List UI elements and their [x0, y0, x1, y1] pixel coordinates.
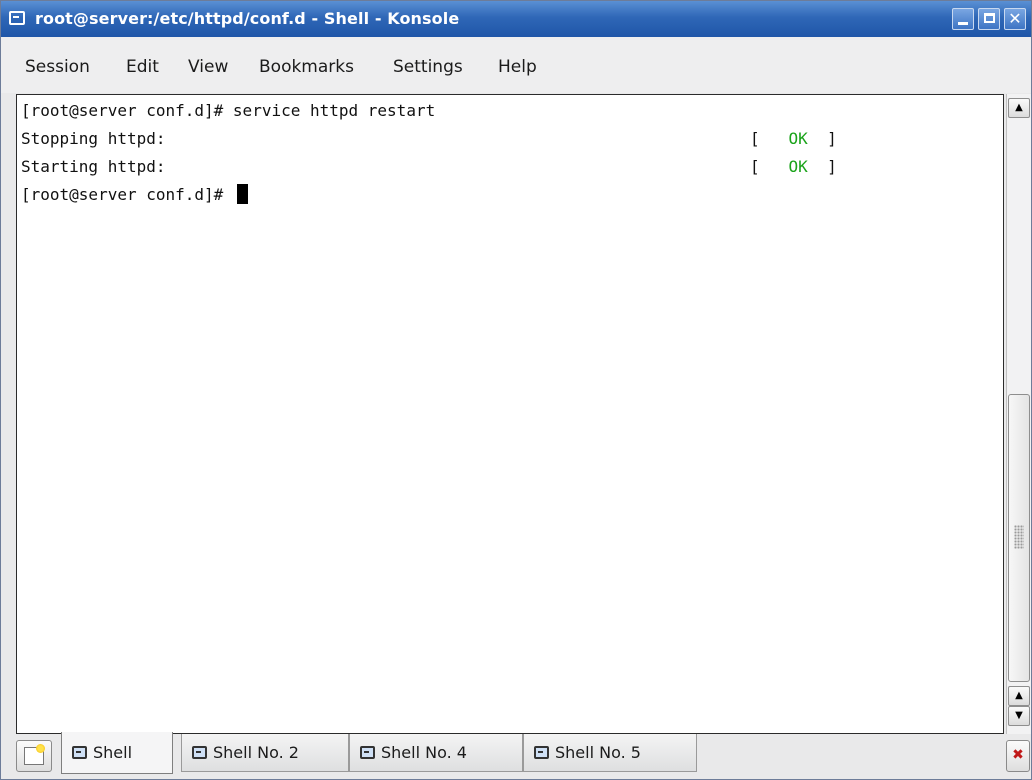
menu-bar: Session Edit View Bookmarks Settings Hel… [1, 37, 1031, 93]
konsole-window: root@server:/etc/httpd/conf.d - Shell - … [0, 0, 1032, 780]
terminal-line: Starting httpd: [21, 157, 166, 176]
scroll-up-icon[interactable]: ▲ [1008, 98, 1030, 118]
terminal-prompt-line: [root@server conf.d]# [21, 181, 248, 209]
close-icon[interactable]: ✕ [1004, 8, 1026, 30]
shell-icon [360, 746, 375, 759]
new-session-icon [24, 744, 45, 765]
shell-icon [72, 746, 87, 759]
menu-bookmarks[interactable]: Bookmarks [259, 57, 354, 77]
terminal-line: [root@server conf.d]# service httpd rest… [21, 101, 436, 120]
tab-label: Shell No. 2 [213, 743, 299, 762]
tab-label: Shell No. 4 [381, 743, 467, 762]
tab-label: Shell No. 5 [555, 743, 641, 762]
scrollbar-thumb[interactable] [1008, 394, 1030, 682]
menu-help[interactable]: Help [498, 57, 537, 77]
text-cursor [236, 184, 248, 204]
tab-shell-no-5[interactable]: Shell No. 5 [523, 734, 697, 772]
status-ok: [ OK ] [750, 157, 837, 176]
terminal-output[interactable]: [root@server conf.d]# service httpd rest… [16, 94, 1004, 734]
grip-icon [1014, 525, 1024, 549]
scroll-up-icon-lower[interactable]: ▲ [1008, 686, 1030, 706]
status-ok: [ OK ] [750, 129, 837, 148]
tab-shell-no-2[interactable]: Shell No. 2 [181, 734, 349, 772]
tab-shell-no-4[interactable]: Shell No. 4 [349, 734, 523, 772]
terminal-line: Stopping httpd: [21, 129, 166, 148]
session-tab-bar: Shell Shell No. 2 Shell No. 4 Shell No. … [1, 732, 1031, 779]
menu-settings[interactable]: Settings [393, 57, 463, 77]
maximize-icon[interactable] [978, 8, 1000, 30]
prompt: [root@server conf.d]# [21, 185, 233, 204]
menu-session[interactable]: Session [25, 57, 90, 77]
minimize-icon[interactable] [952, 8, 974, 30]
window-title: root@server:/etc/httpd/conf.d - Shell - … [35, 9, 460, 28]
scroll-down-icon[interactable]: ▼ [1008, 706, 1030, 726]
close-session-icon[interactable]: ✖ [1006, 740, 1030, 772]
tab-shell[interactable]: Shell [61, 732, 173, 774]
menu-edit[interactable]: Edit [126, 57, 159, 77]
shell-icon [534, 746, 549, 759]
new-session-button[interactable] [16, 740, 52, 772]
vertical-scrollbar[interactable]: ▲ ▲ ▼ [1006, 94, 1031, 734]
tab-label: Shell [93, 743, 133, 762]
konsole-app-icon[interactable] [9, 11, 25, 25]
title-bar[interactable]: root@server:/etc/httpd/conf.d - Shell - … [1, 1, 1031, 37]
menu-view[interactable]: View [188, 57, 228, 77]
shell-icon [192, 746, 207, 759]
